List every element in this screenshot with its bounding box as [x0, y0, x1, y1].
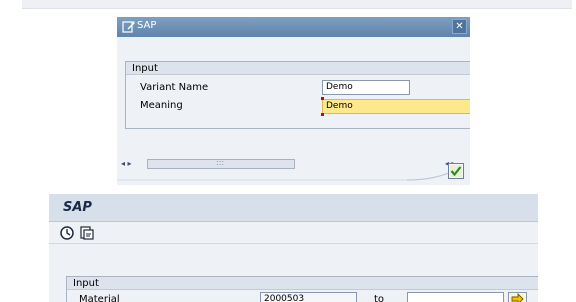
required-marker-bottom	[321, 113, 324, 116]
window-title: SAP	[63, 200, 92, 215]
confirm-button[interactable]	[448, 163, 464, 179]
close-icon[interactable]: ✕	[452, 19, 467, 34]
get-variant-icon[interactable]	[79, 225, 95, 241]
sap-dialog: SAP ✕ Input Variant Name Demo Meaning De…	[117, 17, 470, 185]
dialog-body: Input Variant Name Demo Meaning Demo ◂ ▸…	[117, 37, 470, 185]
execute-clock-icon[interactable]	[59, 225, 75, 241]
material-from-input[interactable]: 2000503	[260, 292, 357, 302]
meaning-input[interactable]: Demo	[322, 99, 470, 114]
checkmark-icon	[450, 165, 462, 177]
arrow-right-icon	[511, 293, 524, 302]
dialog-title-bar[interactable]: SAP ✕	[117, 17, 470, 37]
group-title: Input	[132, 63, 158, 74]
sap-main-window: SAP Input Material 2000503 to	[49, 194, 538, 302]
multiple-selection-button[interactable]	[508, 292, 527, 302]
selection-group-header: Input	[67, 277, 538, 290]
material-to-input[interactable]	[407, 292, 504, 302]
variant-name-label: Variant Name	[140, 82, 209, 93]
window-title-bar: SAP	[49, 194, 538, 222]
selection-groupbox: Input Material 2000503 to	[66, 276, 538, 302]
meaning-label: Meaning	[140, 100, 183, 111]
screen: SAP ✕ Input Variant Name Demo Meaning De…	[0, 0, 576, 302]
material-label: Material	[79, 294, 120, 302]
to-label: to	[374, 294, 385, 302]
selection-group-title: Input	[73, 278, 99, 289]
resize-curve	[117, 169, 458, 181]
scroll-thumb[interactable]: :::	[147, 158, 295, 169]
dialog-title: SAP	[137, 20, 157, 31]
background-window-strip	[22, 0, 572, 9]
scroll-grip: :::	[216, 158, 225, 167]
required-marker-top	[321, 97, 324, 100]
variant-edit-icon	[122, 21, 135, 33]
application-toolbar	[49, 222, 538, 244]
variant-name-input[interactable]: Demo	[322, 80, 410, 95]
input-groupbox: Input Variant Name Demo Meaning Demo	[125, 61, 470, 129]
group-header: Input	[126, 62, 470, 75]
